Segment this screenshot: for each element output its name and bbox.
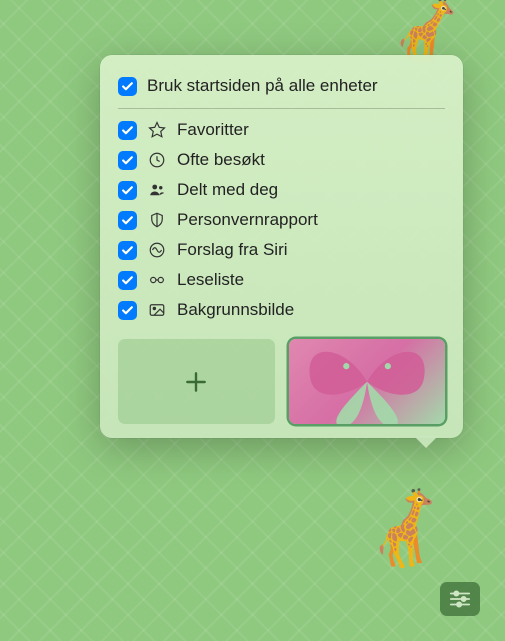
plus-icon [183, 369, 209, 395]
shield-icon [147, 210, 167, 230]
check-icon [121, 80, 134, 93]
check-icon [121, 154, 134, 167]
butterfly-decoration [289, 339, 446, 424]
option-label: Delt med deg [177, 180, 445, 200]
glasses-icon [147, 270, 167, 290]
star-icon [147, 120, 167, 140]
option-siri-row: Forslag fra Siri [118, 235, 445, 265]
option-favorites-checkbox[interactable] [118, 121, 137, 140]
option-shared-row: Delt med deg [118, 175, 445, 205]
check-icon [121, 124, 134, 137]
option-label: Personvernrapport [177, 210, 445, 230]
check-icon [121, 184, 134, 197]
startpage-settings-popover: Bruk startsiden på alle enheter Favoritt… [100, 55, 463, 438]
option-privacy-checkbox[interactable] [118, 211, 137, 230]
sync-startpage-row: Bruk startsiden på alle enheter [118, 71, 445, 106]
check-icon [121, 244, 134, 257]
option-label: Bakgrunnsbilde [177, 300, 445, 320]
check-icon [121, 274, 134, 287]
option-label: Forslag fra Siri [177, 240, 445, 260]
option-shared-checkbox[interactable] [118, 181, 137, 200]
option-readinglist-row: Leseliste [118, 265, 445, 295]
clock-icon [147, 150, 167, 170]
option-readinglist-checkbox[interactable] [118, 271, 137, 290]
option-frequent-row: Ofte besøkt [118, 145, 445, 175]
divider [118, 108, 445, 109]
sync-startpage-checkbox[interactable] [118, 77, 137, 96]
sync-startpage-label: Bruk startsiden på alle enheter [147, 76, 445, 96]
check-icon [121, 304, 134, 317]
option-siri-checkbox[interactable] [118, 241, 137, 260]
option-privacy-row: Personvernrapport [118, 205, 445, 235]
add-background-button[interactable] [118, 339, 275, 424]
option-background-row: Bakgrunnsbilde [118, 295, 445, 325]
background-thumbnail-selected[interactable] [289, 339, 446, 424]
option-favorites-row: Favoritter [118, 115, 445, 145]
sliders-icon [449, 590, 471, 608]
startpage-settings-button[interactable] [440, 582, 480, 616]
background-thumbnails [118, 339, 445, 424]
option-background-checkbox[interactable] [118, 301, 137, 320]
siri-icon [147, 240, 167, 260]
check-icon [121, 214, 134, 227]
option-label: Ofte besøkt [177, 150, 445, 170]
option-label: Favoritter [177, 120, 445, 140]
people-icon [147, 180, 167, 200]
background-decoration-giraffe: 🦒 [358, 483, 456, 576]
image-icon [147, 300, 167, 320]
option-label: Leseliste [177, 270, 445, 290]
option-frequent-checkbox[interactable] [118, 151, 137, 170]
